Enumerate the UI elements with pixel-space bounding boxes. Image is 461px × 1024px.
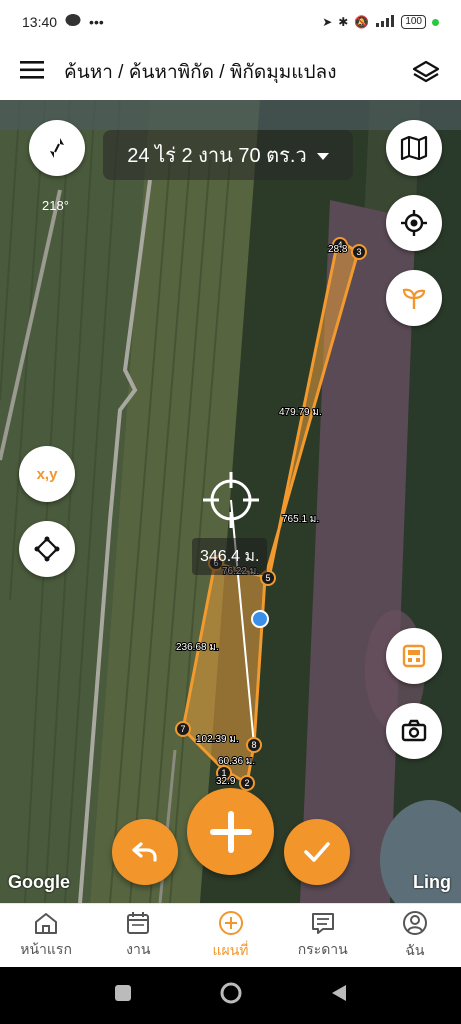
nav-profile-label: ฉัน (405, 941, 425, 958)
signal-icon (375, 14, 395, 30)
active-dot (432, 18, 439, 26)
draw-polygon-button[interactable] (19, 521, 75, 577)
ling-attribution: Ling (413, 872, 451, 892)
line-icon (65, 13, 81, 31)
check-icon (304, 842, 330, 862)
gps-target-icon (401, 210, 427, 236)
camera-button[interactable] (386, 703, 442, 759)
sprout-icon (402, 288, 426, 309)
home-icon (35, 912, 58, 934)
status-time: 13:40 (22, 14, 58, 30)
nav-tasks-label: งาน (126, 940, 151, 957)
current-location-marker (251, 610, 269, 628)
vertex-number: 2 (244, 778, 249, 788)
nav-tasks[interactable]: งาน (92, 904, 184, 967)
measure-distance-label: 346.4 ม. (192, 538, 268, 575)
status-bar: 13:40 ••• ➤ ✱ 🔕 100 (0, 0, 461, 44)
segment-label: 60.36 ม. (218, 756, 255, 767)
segment-label: 28.8 (328, 244, 348, 255)
layers-icon[interactable] (411, 57, 441, 87)
nav-profile[interactable]: ฉัน (369, 904, 461, 967)
location-icon: ➤ (322, 15, 333, 29)
bottom-navigation: หน้าแรก งาน แผนที่ กระดาน ฉัน (0, 903, 461, 967)
map-view[interactable]: 4 3 5 6 7 8 2 1 479.79 ม. 765.1 ม. 76.22… (0, 100, 461, 903)
nav-home[interactable]: หน้าแรก (0, 904, 92, 967)
calculator-icon (402, 644, 426, 668)
nav-home-label: หน้าแรก (20, 940, 72, 957)
back-icon[interactable] (330, 983, 348, 1008)
polygon-icon (34, 536, 60, 562)
segment-label: 32.9 (216, 776, 236, 787)
rotation-label: 218° (42, 198, 69, 213)
nav-board[interactable]: กระดาน (277, 904, 369, 967)
camera-icon (401, 719, 427, 742)
plant-button[interactable] (386, 270, 442, 326)
menu-icon[interactable] (20, 60, 44, 84)
xy-coordinates-button[interactable]: x,y (19, 446, 75, 502)
vertex-number: 5 (265, 573, 270, 583)
more-icon: ••• (89, 14, 104, 30)
vertex-number: 8 (251, 740, 256, 750)
battery-icon: 100 (401, 15, 426, 29)
vertex-number: 3 (356, 247, 361, 257)
app-header: ค้นหา / ค้นหาพิกัด / พิกัดมุมแปลง (0, 44, 461, 100)
segment-label: 765.1 ม. (282, 514, 319, 525)
app-root: 13:40 ••• ➤ ✱ 🔕 100 ค้นหา / ค้นหาพิกัด /… (0, 0, 461, 1024)
segment-label: 236.68 ม. (176, 642, 219, 653)
vertex-number: 7 (180, 724, 185, 734)
compass-button[interactable] (29, 120, 85, 176)
map-type-button[interactable] (386, 120, 442, 176)
home-system-icon[interactable] (219, 981, 243, 1010)
add-point-button[interactable] (187, 788, 274, 875)
my-location-button[interactable] (386, 195, 442, 251)
undo-button[interactable] (112, 819, 178, 885)
mute-icon: 🔕 (354, 15, 370, 29)
bluetooth-icon: ✱ (338, 15, 349, 29)
person-icon (402, 910, 427, 935)
plus-icon (209, 810, 252, 853)
area-summary-dropdown[interactable]: 24 ไร่ 2 งาน 70 ตร.ว (103, 130, 353, 180)
nav-map[interactable]: แผนที่ (184, 904, 276, 967)
recents-icon[interactable] (114, 984, 132, 1007)
confirm-button[interactable] (284, 819, 350, 885)
calculator-button[interactable] (386, 628, 442, 684)
google-attribution: Google (8, 872, 70, 892)
add-circle-icon (218, 910, 243, 935)
calendar-icon (127, 911, 150, 934)
segment-label: 479.79 ม. (279, 407, 322, 418)
compass-icon (50, 138, 64, 158)
dropdown-arrow-icon (316, 144, 329, 167)
map-icon (400, 136, 428, 160)
undo-icon (132, 842, 157, 862)
nav-map-label: แผนที่ (212, 941, 249, 958)
area-label: 24 ไร่ 2 งาน 70 ตร.ว (127, 145, 307, 167)
xy-label: x,y (36, 465, 58, 483)
system-navigation-bar (0, 967, 461, 1024)
nav-board-label: กระดาน (297, 940, 348, 957)
board-icon (311, 912, 334, 934)
segment-label: 102.39 ม. (196, 734, 239, 745)
page-title: ค้นหา / ค้นหาพิกัด / พิกัดมุมแปลง (64, 62, 337, 83)
